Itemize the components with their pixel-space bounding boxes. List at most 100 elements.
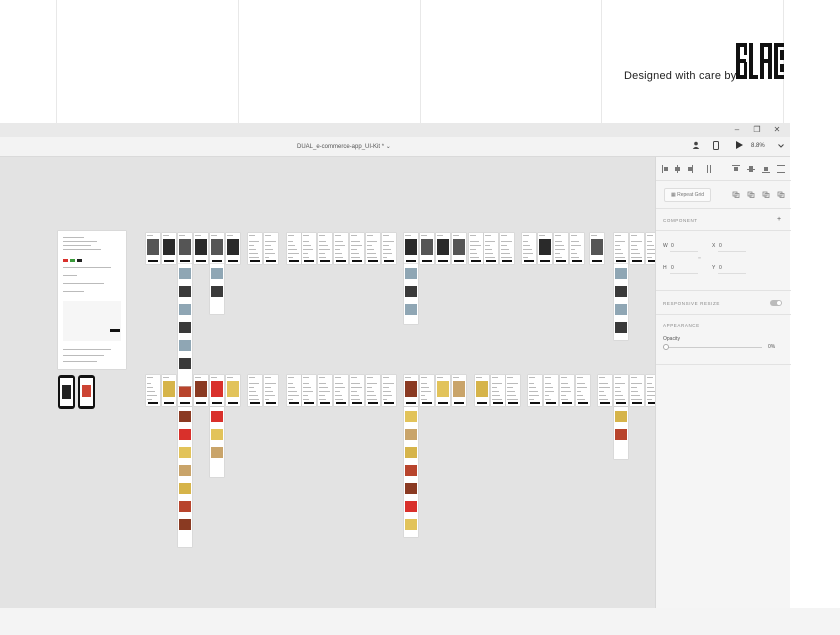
screen-artboard[interactable]	[469, 233, 483, 264]
screen-artboard[interactable]	[452, 233, 466, 264]
design-canvas[interactable]	[0, 157, 655, 608]
align-icons[interactable]	[662, 165, 787, 173]
screen-artboard[interactable]	[538, 233, 552, 264]
screen-artboard[interactable]	[646, 375, 655, 406]
screen-artboard[interactable]	[630, 375, 644, 406]
screen-artboard[interactable]	[194, 233, 208, 264]
screen-artboard[interactable]	[248, 233, 262, 264]
align-tools	[656, 157, 791, 181]
screen-artboard[interactable]	[436, 375, 450, 406]
document-title[interactable]: DUAL_e-commerce-app_UI-Kit * ⌄	[297, 143, 391, 150]
screen-artboard[interactable]	[506, 375, 520, 406]
responsive-resize-toggle[interactable]	[770, 300, 782, 306]
x-label: X	[712, 243, 716, 249]
screen-artboard[interactable]	[178, 233, 192, 264]
long-screen-artboard[interactable]	[178, 264, 192, 386]
play-icon[interactable]	[736, 141, 743, 149]
screen-artboard[interactable]	[350, 233, 364, 264]
user-icon[interactable]	[692, 141, 700, 149]
screen-artboard[interactable]	[500, 233, 514, 264]
long-screen-artboard[interactable]	[210, 407, 224, 477]
add-component-button[interactable]: +	[777, 216, 781, 223]
screen-artboard[interactable]	[475, 375, 489, 406]
screen-artboard[interactable]	[452, 375, 466, 406]
screen-artboard[interactable]	[318, 233, 332, 264]
repeat-grid-button[interactable]: ▦ Repeat Grid	[664, 188, 712, 202]
screen-artboard[interactable]	[162, 233, 176, 264]
screen-artboard[interactable]	[491, 375, 505, 406]
screen-artboard[interactable]	[382, 375, 396, 406]
screen-artboard[interactable]	[146, 375, 160, 406]
screen-artboard[interactable]	[302, 233, 316, 264]
screen-artboard[interactable]	[590, 233, 604, 264]
screen-artboard[interactable]	[560, 375, 574, 406]
long-screen-artboard[interactable]	[210, 264, 224, 314]
long-screen-artboard[interactable]	[614, 407, 628, 459]
screen-artboard[interactable]	[544, 375, 558, 406]
zoom-chevron-down-icon[interactable]	[778, 144, 784, 148]
screen-artboard[interactable]	[366, 375, 380, 406]
long-screen-artboard[interactable]	[178, 407, 192, 547]
screen-artboard[interactable]	[226, 233, 240, 264]
style-guide-artboard[interactable]	[58, 231, 126, 369]
screen-artboard[interactable]	[404, 375, 418, 406]
screen-artboard[interactable]	[598, 375, 612, 406]
screen-artboard[interactable]	[570, 233, 584, 264]
screen-artboard[interactable]	[576, 375, 590, 406]
long-screen-artboard[interactable]	[614, 264, 628, 340]
zoom-level[interactable]: 8.8%	[751, 143, 765, 149]
restore-button[interactable]: ❐	[751, 125, 763, 134]
screen-artboard[interactable]	[614, 375, 628, 406]
screen-artboard[interactable]	[264, 375, 278, 406]
mobile-preview-icon[interactable]	[713, 141, 719, 150]
screen-artboard[interactable]	[210, 233, 224, 264]
screen-artboard[interactable]	[318, 375, 332, 406]
screen-artboard[interactable]	[646, 233, 655, 264]
width-field[interactable]: 0	[671, 243, 674, 249]
screen-artboard[interactable]	[226, 375, 240, 406]
screen-artboard[interactable]	[436, 233, 450, 264]
height-field[interactable]: 0	[671, 265, 674, 271]
screen-artboard[interactable]	[630, 233, 644, 264]
screen-artboard[interactable]	[162, 375, 176, 406]
screen-artboard[interactable]	[484, 233, 498, 264]
screen-artboard[interactable]	[528, 375, 542, 406]
screen-artboard[interactable]	[264, 233, 278, 264]
screen-artboard[interactable]	[248, 375, 262, 406]
transform-section: W 0 X 0 ∞ H 0 Y 0	[656, 231, 791, 291]
opacity-slider-track[interactable]	[666, 347, 762, 348]
long-screen-artboard[interactable]	[404, 407, 418, 537]
screen-artboard[interactable]	[334, 375, 348, 406]
screen-artboard[interactable]	[366, 233, 380, 264]
minimize-button[interactable]: –	[731, 125, 743, 134]
screen-artboard[interactable]	[210, 375, 224, 406]
screen-artboard[interactable]	[554, 233, 568, 264]
property-inspector: ▦ Repeat Grid COMPONENT + W 0 X 0 ∞ H 0 …	[655, 157, 791, 608]
close-button[interactable]: ✕	[771, 125, 783, 134]
screen-artboard[interactable]	[287, 233, 301, 264]
boolean-ops-icons[interactable]	[732, 191, 786, 198]
screen-artboard[interactable]	[350, 375, 364, 406]
screen-artboard[interactable]	[194, 375, 208, 406]
x-field[interactable]: 0	[719, 243, 722, 249]
screen-artboard[interactable]	[302, 375, 316, 406]
screen-artboard[interactable]	[334, 233, 348, 264]
screen-artboard[interactable]	[287, 375, 301, 406]
phone-mockup[interactable]	[78, 375, 95, 409]
opacity-slider-knob[interactable]	[663, 344, 669, 350]
screen-artboard[interactable]	[420, 375, 434, 406]
y-field[interactable]: 0	[719, 265, 722, 271]
screen-artboard[interactable]	[522, 233, 536, 264]
screen-artboard[interactable]	[382, 233, 396, 264]
screen-artboard[interactable]	[404, 233, 418, 264]
grid-divider	[56, 0, 57, 123]
screen-artboard[interactable]	[146, 233, 160, 264]
phone-mockup[interactable]	[58, 375, 75, 409]
app-window: – ❐ ✕ DUAL_e-commerce-app_UI-Kit * ⌄ 8.8…	[0, 123, 791, 608]
long-screen-artboard[interactable]	[404, 264, 418, 324]
screen-artboard[interactable]	[420, 233, 434, 264]
opacity-field[interactable]: 0%	[768, 344, 775, 350]
lock-aspect-icon[interactable]: ∞	[698, 255, 701, 260]
bottom-strip	[0, 608, 840, 635]
screen-artboard[interactable]	[614, 233, 628, 264]
